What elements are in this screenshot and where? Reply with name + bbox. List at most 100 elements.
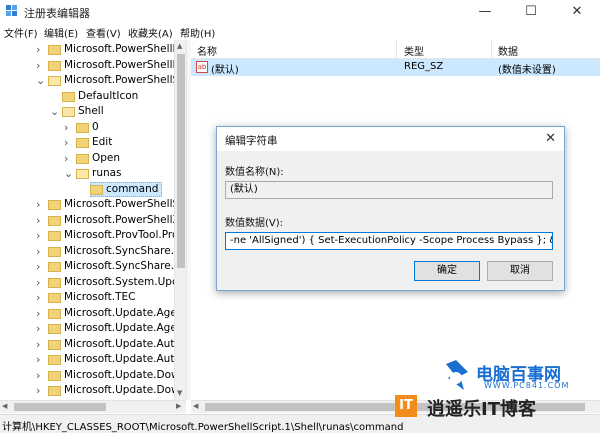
folder-icon <box>90 184 103 195</box>
chevron-right-icon[interactable]: › <box>36 337 44 352</box>
chevron-right-icon[interactable]: › <box>36 244 44 259</box>
string-value-icon: ab <box>196 61 208 73</box>
tree-node[interactable]: › Microsoft.Update.AutoU <box>0 337 174 352</box>
tree-node[interactable]: › Microsoft.System.Updat <box>0 275 174 290</box>
tree-node[interactable]: › Microsoft.PowerShellXM <box>0 213 174 228</box>
column-name-header[interactable]: 名称 <box>197 43 217 58</box>
chevron-right-icon[interactable]: › <box>36 321 44 336</box>
tree-node[interactable]: › Open <box>0 151 174 166</box>
menu-help[interactable]: 帮助(H) <box>180 25 215 40</box>
tree-node[interactable]: › Microsoft.Update.Down <box>0 368 174 383</box>
scroll-down-icon[interactable]: ▼ <box>177 389 182 397</box>
folder-icon <box>48 76 61 86</box>
folder-icon <box>76 153 89 164</box>
value-row[interactable]: ab (默认) REG_SZ (数值未设置) <box>191 59 600 76</box>
tree-node-label: command <box>106 182 159 195</box>
column-type-header[interactable]: 类型 <box>404 43 424 58</box>
tree-node[interactable]: › Edit <box>0 135 174 150</box>
folder-icon <box>48 262 61 272</box>
chevron-right-icon[interactable]: › <box>64 120 72 135</box>
tree-node[interactable]: › Microsoft.TEC <box>0 290 174 305</box>
tree-node-label: Microsoft.PowerShellSes <box>64 198 174 210</box>
folder-icon <box>48 215 61 226</box>
dialog-title: 编辑字符串 <box>225 135 278 147</box>
tree-node-label: Microsoft.PowerShellDa <box>64 43 174 55</box>
pc841-logo-icon <box>446 360 468 390</box>
folder-icon <box>48 246 61 257</box>
tree-node[interactable]: › 0 <box>0 120 174 135</box>
tree-node[interactable]: › Microsoft.Update.Down <box>0 383 174 398</box>
tree-node[interactable]: › Microsoft.PowerShellSes <box>0 197 174 212</box>
folder-icon <box>76 122 89 133</box>
tree-node[interactable]: › Microsoft.SyncShare.Syn <box>0 259 174 274</box>
scroll-up-icon[interactable]: ▲ <box>177 42 182 50</box>
scroll-right-icon[interactable]: ▶ <box>176 402 181 410</box>
tree-node[interactable]: › Microsoft.ProvTool.Prov <box>0 228 174 243</box>
chevron-right-icon[interactable]: › <box>36 197 44 212</box>
tree-node[interactable]: ⌄ Microsoft.PowerShellScr <box>0 73 174 88</box>
tree-node[interactable]: ⌄ runas <box>0 166 174 181</box>
value-type: REG_SZ <box>404 61 444 72</box>
chevron-right-icon[interactable]: › <box>36 42 44 57</box>
scroll-left-icon[interactable]: ◀ <box>2 402 7 410</box>
tree-node[interactable]: › Microsoft.Update.AutoU <box>0 352 174 367</box>
minimize-button[interactable]: — <box>462 0 508 22</box>
chevron-right-icon[interactable]: › <box>36 275 44 290</box>
chevron-right-icon[interactable]: › <box>36 58 44 73</box>
chevron-down-icon[interactable]: ⌄ <box>36 73 45 88</box>
tree-node-label: Microsoft.Update.Agent <box>64 306 174 319</box>
chevron-right-icon[interactable]: › <box>64 151 72 166</box>
folder-icon <box>62 91 75 102</box>
tree-node[interactable]: command <box>0 181 174 197</box>
tree-node[interactable]: ⌄ Shell <box>0 104 174 119</box>
menu-edit[interactable]: 编辑(E) <box>44 25 78 40</box>
chevron-down-icon[interactable]: ⌄ <box>64 166 73 181</box>
scroll-left-icon[interactable]: ◀ <box>193 402 198 410</box>
menu-view[interactable]: 查看(V) <box>86 25 121 40</box>
tree-node-label: Microsoft.TEC <box>64 291 136 303</box>
value-data-label: 数值数据(V): <box>225 218 284 229</box>
menu-file[interactable]: 文件(F) <box>4 25 38 40</box>
chevron-right-icon[interactable]: › <box>36 306 44 321</box>
close-button[interactable]: ✕ <box>554 0 600 22</box>
chevron-right-icon[interactable]: › <box>36 352 44 367</box>
chevron-right-icon[interactable]: › <box>64 135 72 150</box>
tree-node[interactable]: DefaultIcon <box>0 89 174 104</box>
tree-scroll-thumb[interactable] <box>177 54 185 268</box>
window-title: 注册表编辑器 <box>24 7 90 20</box>
column-separator <box>491 40 492 58</box>
tree-node-label: Microsoft.PowerShellXM <box>64 213 174 226</box>
folder-icon <box>48 355 61 365</box>
value-data: (数值未设置) <box>498 65 556 76</box>
chevron-down-icon[interactable]: ⌄ <box>50 104 59 119</box>
value-data-input[interactable]: -ne 'AllSigned') { Set-ExecutionPolicy -… <box>225 232 553 250</box>
chevron-right-icon[interactable]: › <box>36 383 44 398</box>
column-data-header[interactable]: 数据 <box>498 43 518 58</box>
ok-button[interactable]: 确定 <box>414 261 480 281</box>
chevron-right-icon[interactable]: › <box>36 290 44 305</box>
tree-node[interactable]: › Microsoft.PowerShellDa <box>0 42 174 57</box>
tree-node-label: Microsoft.Update.Agent <box>64 322 174 334</box>
tree-node[interactable]: › Microsoft.Update.Agent <box>0 306 174 321</box>
tree-node-label: Microsoft.SyncShare.Syn <box>64 244 174 257</box>
cancel-button[interactable]: 取消 <box>487 261 553 281</box>
chevron-right-icon[interactable]: › <box>36 259 44 274</box>
menu-bar: 文件(F) 编辑(E) 查看(V) 收藏夹(A) 帮助(H) <box>0 22 600 41</box>
chevron-right-icon[interactable]: › <box>36 213 44 228</box>
registry-tree[interactable]: › Microsoft.PowerShellDa › Microsoft.PowerS… <box>0 40 174 400</box>
tree-node[interactable]: › Microsoft.SyncShare.Syn <box>0 244 174 259</box>
folder-icon <box>48 60 61 71</box>
tree-node-label: Edit <box>92 136 113 148</box>
dialog-body: 数值名称(N): (默认) 数值数据(V): -ne 'AllSigned') … <box>217 151 564 290</box>
tree-node[interactable]: › Microsoft.PowerShellMo <box>0 58 174 73</box>
tree-node[interactable]: › Microsoft.Update.Agent <box>0 321 174 336</box>
chevron-right-icon[interactable]: › <box>36 368 44 383</box>
tree-node-label: Microsoft.Update.Down <box>64 384 174 396</box>
maximize-button[interactable]: ☐ <box>508 0 554 22</box>
chevron-right-icon[interactable]: › <box>36 228 44 243</box>
tree-hscroll-thumb[interactable] <box>14 403 106 411</box>
tree-horizontal-scrollbar[interactable]: ◀ ▶ <box>0 400 186 413</box>
dialog-close-icon[interactable]: ✕ <box>545 131 556 146</box>
menu-favorites[interactable]: 收藏夹(A) <box>128 25 173 40</box>
tree-node-label: Microsoft.Update.AutoU <box>64 337 174 350</box>
